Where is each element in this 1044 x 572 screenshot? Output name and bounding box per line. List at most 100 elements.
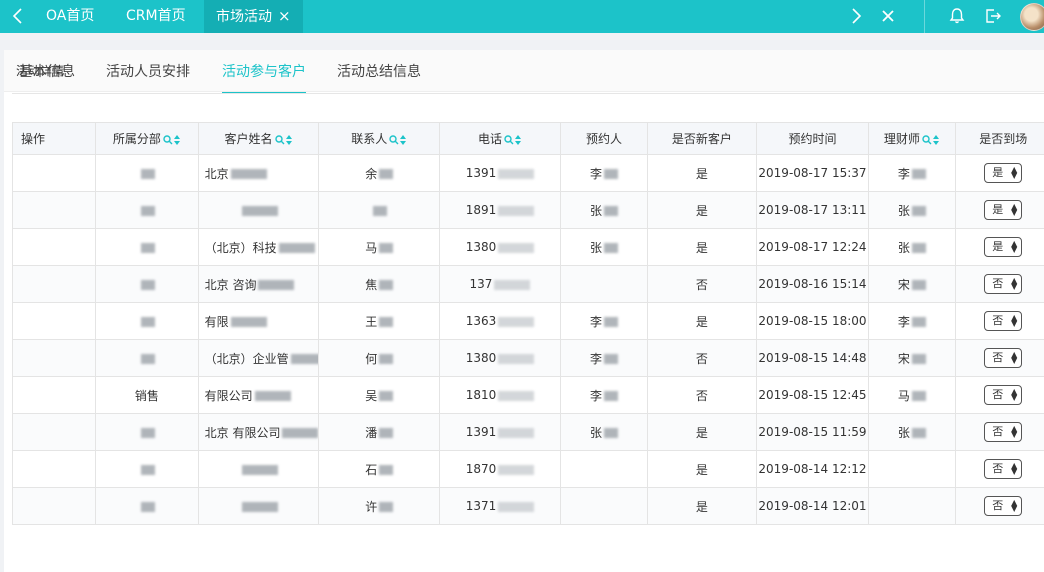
col-header-contact[interactable]: 联系人 — [318, 122, 441, 155]
action-cell[interactable] — [12, 302, 97, 340]
tab-market-activity[interactable]: 市场活动 × — [204, 0, 303, 33]
bell-icon[interactable] — [947, 6, 967, 26]
close-tab-icon[interactable]: × — [278, 0, 291, 33]
arrived-select[interactable]: 是 ▲ ▼ — [984, 163, 1023, 183]
redaction-blur — [140, 427, 155, 438]
redaction-blur — [498, 353, 535, 364]
sort-icon[interactable] — [932, 135, 940, 145]
search-icon[interactable] — [163, 135, 173, 145]
arrived-select[interactable]: 是 ▲ ▼ — [984, 200, 1023, 220]
col-header-branch[interactable]: 所属分部 — [95, 122, 199, 155]
arrived-cell: 否 ▲ ▼ — [954, 413, 1044, 451]
action-cell[interactable] — [12, 154, 97, 192]
redaction-blur — [241, 501, 278, 512]
subtab-participating-customers[interactable]: 活动参与客户 — [222, 60, 306, 94]
redaction-blur — [498, 464, 535, 475]
sort-icon[interactable] — [285, 135, 293, 145]
action-cell[interactable] — [12, 450, 97, 488]
action-cell[interactable] — [12, 228, 97, 266]
redaction-blur — [379, 465, 394, 475]
logout-icon[interactable] — [983, 6, 1003, 26]
redaction-blur — [278, 243, 315, 253]
table-row: 1891 张是 2019-08-17 13:11 张是 ▲ ▼ — [12, 191, 1044, 229]
booker-cell: 张 — [559, 191, 649, 229]
customer-table-container[interactable]: 操作 所属分部 客户姓名 联系人 电话 预约人 是否新客户 预约时间 理财师 是… — [12, 122, 1044, 542]
contact-cell: 王 — [318, 302, 441, 340]
action-cell[interactable] — [12, 265, 97, 303]
close-all-icon[interactable] — [878, 6, 898, 26]
booker-cell — [559, 265, 649, 303]
redaction-blur — [911, 354, 926, 364]
redaction-blur — [140, 464, 155, 475]
user-avatar[interactable] — [1020, 3, 1044, 31]
subtab-staff-arrangement[interactable]: 活动人员安排 — [106, 60, 190, 94]
search-icon[interactable] — [274, 135, 285, 145]
redaction-blur — [140, 205, 155, 216]
sort-icon[interactable] — [173, 135, 181, 145]
arrived-select[interactable]: 否 ▲ ▼ — [984, 274, 1023, 294]
subtab-basic-info[interactable]: 基本信息 — [19, 60, 75, 94]
col-header-action: 操作 — [12, 122, 97, 155]
action-cell[interactable] — [12, 339, 97, 377]
customer-cell — [197, 487, 320, 525]
redaction-blur — [140, 501, 155, 512]
redaction-blur — [603, 428, 618, 438]
action-cell[interactable] — [12, 413, 97, 451]
col-header-phone[interactable]: 电话 — [439, 122, 561, 155]
sort-icon[interactable] — [399, 135, 407, 145]
sort-icon[interactable] — [514, 135, 522, 145]
chevron-right-icon[interactable] — [846, 6, 866, 26]
branch-cell — [95, 228, 199, 266]
table-row: 石 1870 是 2019-08-14 12:12 否 ▲ ▼ — [12, 450, 1044, 488]
phone-cell: 1810 — [439, 376, 561, 414]
advisor-cell: 张 — [868, 413, 956, 451]
redaction-blur — [911, 391, 926, 401]
select-arrow-icon: ▲ ▼ — [1011, 276, 1018, 291]
select-arrow-icon: ▲ ▼ — [1011, 498, 1018, 513]
time-cell: 2019-08-14 12:01 — [755, 487, 870, 525]
advisor-cell: 李 — [868, 154, 956, 192]
arrived-select[interactable]: 否 ▲ ▼ — [984, 422, 1023, 442]
action-cell[interactable] — [12, 191, 97, 229]
customer-table: 操作 所属分部 客户姓名 联系人 电话 预约人 是否新客户 预约时间 理财师 是… — [12, 122, 1044, 525]
arrived-select[interactable]: 是 ▲ ▼ — [984, 237, 1023, 257]
redaction-blur — [241, 205, 278, 216]
tab-oa-home[interactable]: OA首页 — [46, 0, 94, 33]
redaction-blur — [140, 316, 155, 327]
redaction-blur — [498, 427, 535, 438]
booker-cell: 李 — [559, 302, 649, 340]
booker-cell: 张 — [559, 413, 649, 451]
arrived-select[interactable]: 否 ▲ ▼ — [984, 459, 1023, 479]
advisor-cell — [868, 450, 956, 488]
search-icon[interactable] — [504, 135, 514, 145]
phone-cell: 1380 — [439, 228, 561, 266]
col-header-customer[interactable]: 客户姓名 — [197, 122, 320, 155]
arrived-select[interactable]: 否 ▲ ▼ — [984, 348, 1023, 368]
subtab-summary[interactable]: 活动总结信息 — [337, 60, 421, 94]
chevron-left-icon[interactable] — [8, 6, 28, 26]
tab-crm-home[interactable]: CRM首页 — [126, 0, 186, 33]
time-cell: 2019-08-15 18:00 — [755, 302, 870, 340]
arrived-select[interactable]: 否 ▲ ▼ — [984, 496, 1023, 516]
booker-cell — [559, 487, 649, 525]
search-icon[interactable] — [389, 135, 399, 145]
time-cell: 2019-08-17 13:11 — [755, 191, 870, 229]
phone-cell: 1371 — [439, 487, 561, 525]
table-row: （北京）科技马 1380 张是 2019-08-17 12:24 张是 ▲ ▼ — [12, 228, 1044, 266]
select-arrow-icon: ▲ ▼ — [1011, 313, 1018, 328]
action-cell[interactable] — [12, 376, 97, 414]
redaction-blur — [911, 206, 926, 216]
contact-cell: 潘 — [318, 413, 441, 451]
col-header-advisor[interactable]: 理财师 — [868, 122, 956, 155]
branch-cell — [95, 487, 199, 525]
search-icon[interactable] — [922, 135, 932, 145]
tab-label: 市场活动 — [216, 9, 272, 25]
redaction-blur — [498, 168, 535, 179]
branch-cell — [95, 265, 199, 303]
customer-cell — [197, 450, 320, 488]
action-cell[interactable] — [12, 487, 97, 525]
arrived-select[interactable]: 否 ▲ ▼ — [984, 385, 1023, 405]
booker-cell: 李 — [559, 339, 649, 377]
is-new-cell: 是 — [647, 413, 757, 451]
arrived-select[interactable]: 否 ▲ ▼ — [984, 311, 1023, 331]
